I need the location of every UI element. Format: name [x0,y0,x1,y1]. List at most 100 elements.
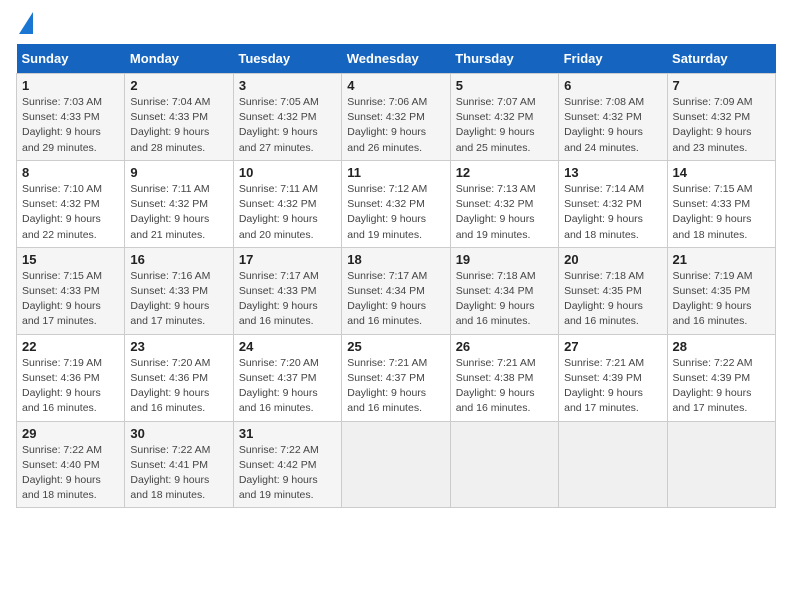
day-info: Sunrise: 7:21 AM Sunset: 4:39 PM Dayligh… [564,356,661,417]
day-cell: 21 Sunrise: 7:19 AM Sunset: 4:35 PM Dayl… [667,247,775,334]
day-number: 29 [22,426,119,441]
day-info: Sunrise: 7:22 AM Sunset: 4:40 PM Dayligh… [22,443,119,504]
day-number: 17 [239,252,336,267]
day-info: Sunrise: 7:16 AM Sunset: 4:33 PM Dayligh… [130,269,227,330]
day-number: 4 [347,78,444,93]
header-cell-sunday: Sunday [17,44,125,74]
day-info: Sunrise: 7:22 AM Sunset: 4:39 PM Dayligh… [673,356,770,417]
week-row-3: 15 Sunrise: 7:15 AM Sunset: 4:33 PM Dayl… [17,247,776,334]
day-cell: 25 Sunrise: 7:21 AM Sunset: 4:37 PM Dayl… [342,334,450,421]
week-row-2: 8 Sunrise: 7:10 AM Sunset: 4:32 PM Dayli… [17,160,776,247]
calendar-body: 1 Sunrise: 7:03 AM Sunset: 4:33 PM Dayli… [17,74,776,508]
day-info: Sunrise: 7:04 AM Sunset: 4:33 PM Dayligh… [130,95,227,156]
day-cell [450,421,558,508]
day-number: 19 [456,252,553,267]
day-cell: 6 Sunrise: 7:08 AM Sunset: 4:32 PM Dayli… [559,74,667,161]
day-cell: 4 Sunrise: 7:06 AM Sunset: 4:32 PM Dayli… [342,74,450,161]
day-cell: 29 Sunrise: 7:22 AM Sunset: 4:40 PM Dayl… [17,421,125,508]
day-number: 13 [564,165,661,180]
week-row-5: 29 Sunrise: 7:22 AM Sunset: 4:40 PM Dayl… [17,421,776,508]
day-cell: 13 Sunrise: 7:14 AM Sunset: 4:32 PM Dayl… [559,160,667,247]
day-info: Sunrise: 7:07 AM Sunset: 4:32 PM Dayligh… [456,95,553,156]
day-cell: 26 Sunrise: 7:21 AM Sunset: 4:38 PM Dayl… [450,334,558,421]
day-number: 2 [130,78,227,93]
day-number: 6 [564,78,661,93]
day-info: Sunrise: 7:03 AM Sunset: 4:33 PM Dayligh… [22,95,119,156]
day-info: Sunrise: 7:12 AM Sunset: 4:32 PM Dayligh… [347,182,444,243]
day-number: 11 [347,165,444,180]
day-number: 18 [347,252,444,267]
day-cell: 15 Sunrise: 7:15 AM Sunset: 4:33 PM Dayl… [17,247,125,334]
day-number: 9 [130,165,227,180]
day-info: Sunrise: 7:18 AM Sunset: 4:35 PM Dayligh… [564,269,661,330]
day-info: Sunrise: 7:13 AM Sunset: 4:32 PM Dayligh… [456,182,553,243]
day-info: Sunrise: 7:20 AM Sunset: 4:36 PM Dayligh… [130,356,227,417]
day-number: 24 [239,339,336,354]
day-cell: 24 Sunrise: 7:20 AM Sunset: 4:37 PM Dayl… [233,334,341,421]
day-info: Sunrise: 7:21 AM Sunset: 4:37 PM Dayligh… [347,356,444,417]
header-cell-thursday: Thursday [450,44,558,74]
day-number: 31 [239,426,336,441]
day-number: 15 [22,252,119,267]
day-cell: 22 Sunrise: 7:19 AM Sunset: 4:36 PM Dayl… [17,334,125,421]
day-info: Sunrise: 7:22 AM Sunset: 4:41 PM Dayligh… [130,443,227,504]
page-header [16,16,776,34]
day-cell: 18 Sunrise: 7:17 AM Sunset: 4:34 PM Dayl… [342,247,450,334]
day-number: 8 [22,165,119,180]
day-cell: 16 Sunrise: 7:16 AM Sunset: 4:33 PM Dayl… [125,247,233,334]
day-cell: 28 Sunrise: 7:22 AM Sunset: 4:39 PM Dayl… [667,334,775,421]
calendar-header: SundayMondayTuesdayWednesdayThursdayFrid… [17,44,776,74]
day-info: Sunrise: 7:17 AM Sunset: 4:34 PM Dayligh… [347,269,444,330]
day-number: 3 [239,78,336,93]
day-number: 28 [673,339,770,354]
day-cell: 20 Sunrise: 7:18 AM Sunset: 4:35 PM Dayl… [559,247,667,334]
week-row-1: 1 Sunrise: 7:03 AM Sunset: 4:33 PM Dayli… [17,74,776,161]
logo [16,16,33,34]
logo-triangle-icon [19,12,33,34]
day-number: 30 [130,426,227,441]
header-cell-monday: Monday [125,44,233,74]
day-number: 10 [239,165,336,180]
day-cell [559,421,667,508]
day-info: Sunrise: 7:11 AM Sunset: 4:32 PM Dayligh… [239,182,336,243]
day-cell: 27 Sunrise: 7:21 AM Sunset: 4:39 PM Dayl… [559,334,667,421]
week-row-4: 22 Sunrise: 7:19 AM Sunset: 4:36 PM Dayl… [17,334,776,421]
day-cell: 10 Sunrise: 7:11 AM Sunset: 4:32 PM Dayl… [233,160,341,247]
day-info: Sunrise: 7:08 AM Sunset: 4:32 PM Dayligh… [564,95,661,156]
day-info: Sunrise: 7:15 AM Sunset: 4:33 PM Dayligh… [673,182,770,243]
day-info: Sunrise: 7:18 AM Sunset: 4:34 PM Dayligh… [456,269,553,330]
day-number: 21 [673,252,770,267]
day-number: 14 [673,165,770,180]
day-cell: 30 Sunrise: 7:22 AM Sunset: 4:41 PM Dayl… [125,421,233,508]
day-number: 7 [673,78,770,93]
day-cell [667,421,775,508]
day-cell: 2 Sunrise: 7:04 AM Sunset: 4:33 PM Dayli… [125,74,233,161]
day-cell: 19 Sunrise: 7:18 AM Sunset: 4:34 PM Dayl… [450,247,558,334]
day-info: Sunrise: 7:11 AM Sunset: 4:32 PM Dayligh… [130,182,227,243]
day-number: 25 [347,339,444,354]
day-info: Sunrise: 7:15 AM Sunset: 4:33 PM Dayligh… [22,269,119,330]
day-number: 23 [130,339,227,354]
calendar-table: SundayMondayTuesdayWednesdayThursdayFrid… [16,44,776,508]
day-info: Sunrise: 7:05 AM Sunset: 4:32 PM Dayligh… [239,95,336,156]
day-cell: 1 Sunrise: 7:03 AM Sunset: 4:33 PM Dayli… [17,74,125,161]
day-cell: 23 Sunrise: 7:20 AM Sunset: 4:36 PM Dayl… [125,334,233,421]
header-cell-saturday: Saturday [667,44,775,74]
header-cell-tuesday: Tuesday [233,44,341,74]
day-number: 1 [22,78,119,93]
day-cell: 14 Sunrise: 7:15 AM Sunset: 4:33 PM Dayl… [667,160,775,247]
day-cell: 7 Sunrise: 7:09 AM Sunset: 4:32 PM Dayli… [667,74,775,161]
day-cell: 9 Sunrise: 7:11 AM Sunset: 4:32 PM Dayli… [125,160,233,247]
day-info: Sunrise: 7:10 AM Sunset: 4:32 PM Dayligh… [22,182,119,243]
day-number: 5 [456,78,553,93]
day-info: Sunrise: 7:14 AM Sunset: 4:32 PM Dayligh… [564,182,661,243]
day-info: Sunrise: 7:06 AM Sunset: 4:32 PM Dayligh… [347,95,444,156]
header-cell-wednesday: Wednesday [342,44,450,74]
day-number: 26 [456,339,553,354]
day-info: Sunrise: 7:19 AM Sunset: 4:36 PM Dayligh… [22,356,119,417]
day-number: 27 [564,339,661,354]
header-row: SundayMondayTuesdayWednesdayThursdayFrid… [17,44,776,74]
day-cell [342,421,450,508]
day-cell: 8 Sunrise: 7:10 AM Sunset: 4:32 PM Dayli… [17,160,125,247]
day-cell: 11 Sunrise: 7:12 AM Sunset: 4:32 PM Dayl… [342,160,450,247]
